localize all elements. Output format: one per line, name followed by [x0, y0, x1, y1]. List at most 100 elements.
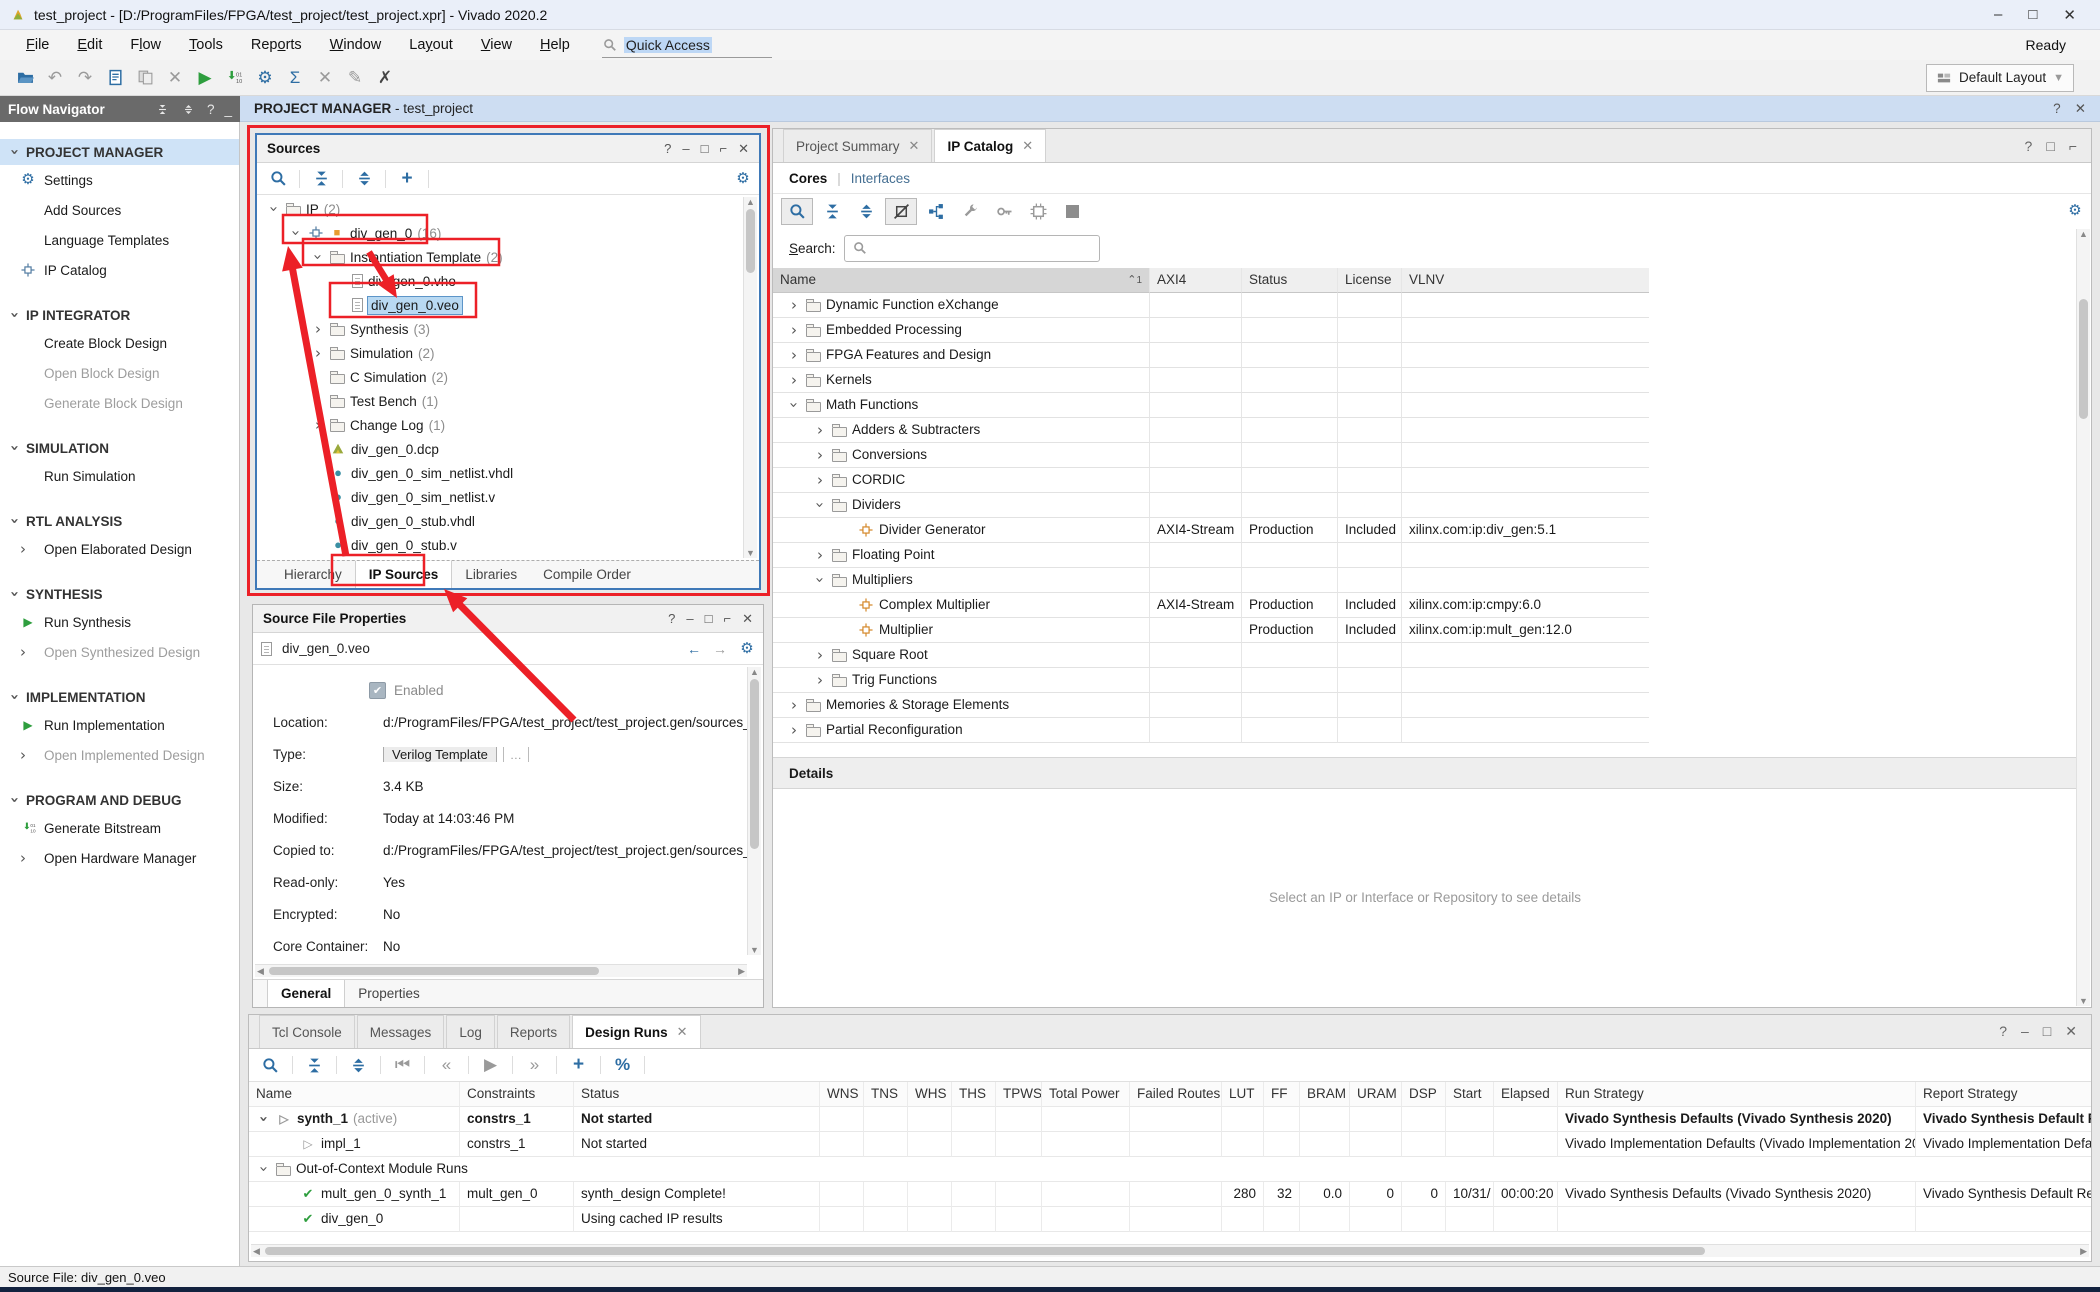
tab-compile-order[interactable]: Compile Order — [530, 561, 644, 588]
expander-icon[interactable]: › — [813, 422, 827, 438]
menu-layout[interactable]: Layout — [395, 37, 467, 53]
close-icon[interactable]: ✕ — [742, 611, 753, 627]
help-icon[interactable]: ? — [664, 141, 671, 157]
wrench-button[interactable] — [955, 197, 985, 225]
expand-all-button[interactable] — [345, 1051, 372, 1079]
minimize-panel-icon[interactable]: _ — [224, 102, 232, 117]
maximize-icon[interactable]: □ — [701, 141, 709, 157]
source-tree-item[interactable]: ›div_gen_0.vho — [257, 269, 759, 293]
column-elapsed[interactable]: Elapsed — [1493, 1082, 1557, 1107]
column-report-strategy[interactable]: Report Strategy — [1915, 1082, 2091, 1107]
collapse-all-button[interactable] — [817, 197, 847, 225]
column-bram[interactable]: BRAM — [1299, 1082, 1349, 1107]
source-tree-item[interactable]: ›Synthesis(3) — [257, 317, 759, 341]
flow-section-rtl-analysis[interactable]: ›RTL ANALYSIS — [0, 508, 239, 534]
menu-file[interactable]: File — [12, 37, 63, 53]
expander-icon[interactable]: › — [311, 393, 325, 409]
step-back-button[interactable]: « — [433, 1051, 460, 1079]
help-icon[interactable]: ? — [668, 611, 675, 627]
key-button[interactable] — [989, 197, 1019, 225]
menu-window[interactable]: Window — [316, 37, 396, 53]
copy-button[interactable] — [130, 64, 160, 92]
close-button[interactable]: ✕ — [2063, 6, 2076, 24]
collapse-all-icon[interactable] — [155, 101, 171, 117]
column-name[interactable]: Name — [249, 1082, 459, 1107]
tab-reports[interactable]: Reports — [497, 1015, 570, 1048]
report-document-button[interactable] — [100, 64, 130, 92]
tab-log[interactable]: Log — [446, 1015, 495, 1048]
minimize-button[interactable]: – — [1994, 6, 2002, 24]
percent-button[interactable]: % — [609, 1051, 636, 1079]
flow-item-generate-block-design[interactable]: Generate Block Design — [0, 388, 239, 418]
enabled-checkbox[interactable]: ✔ — [369, 682, 386, 699]
tab-properties[interactable]: Properties — [345, 980, 433, 1007]
ellipsis-button[interactable]: … — [503, 747, 529, 762]
runs-group-row[interactable]: ›Out-of-Context Module Runs — [249, 1157, 2091, 1182]
maximize-icon[interactable]: □ — [705, 611, 713, 627]
maximize-button[interactable]: □ — [2028, 6, 2037, 24]
tab-interfaces[interactable]: Interfaces — [851, 171, 910, 186]
expander-icon[interactable]: › — [812, 498, 828, 512]
generate-bitstream-button[interactable]: 0110 — [220, 64, 250, 92]
properties-scrollbar[interactable]: ▲ ▼ — [747, 667, 761, 955]
catalog-row[interactable]: ›Math Functions — [773, 393, 2091, 418]
float-icon[interactable]: ⌐ — [724, 611, 732, 627]
close-icon[interactable]: ✕ — [738, 141, 749, 157]
scroll-left-icon[interactable]: ◀ — [257, 965, 264, 977]
close-tab-icon[interactable]: ✕ — [1022, 138, 1033, 154]
expander-icon[interactable]: › — [813, 672, 827, 688]
expander-icon[interactable]: › — [288, 226, 304, 240]
pencil-button[interactable]: ✎ — [340, 64, 370, 92]
gear-icon[interactable]: ⚙ — [739, 641, 755, 657]
run-play-button[interactable]: ▶ — [190, 64, 220, 92]
source-tree-item[interactable]: ›Instantiation Template(2) — [257, 245, 759, 269]
catalog-row[interactable]: ›CORDIC — [773, 468, 2091, 493]
flow-item-language-templates[interactable]: Language Templates — [0, 225, 239, 255]
runs-row[interactable]: ›✔div_gen_0 Using cached IP results — [249, 1207, 2091, 1232]
close-tab-icon[interactable]: ✕ — [909, 138, 920, 154]
column-uram[interactable]: URAM — [1349, 1082, 1401, 1107]
catalog-row[interactable]: ›FPGA Features and Design — [773, 343, 2091, 368]
expander-icon[interactable]: › — [813, 472, 827, 488]
catalog-row[interactable]: ›Partial Reconfiguration — [773, 718, 2091, 743]
expander-icon[interactable]: › — [813, 447, 827, 463]
source-tree-item[interactable]: ›IP(2) — [257, 197, 759, 221]
folder-open-button[interactable] — [10, 64, 40, 92]
scroll-down-icon[interactable]: ▼ — [744, 548, 757, 558]
expand-all-button[interactable] — [851, 197, 881, 225]
tab-ip-catalog[interactable]: IP Catalog✕ — [934, 129, 1046, 162]
source-tree-item[interactable]: ›●div_gen_0_stub.v — [257, 533, 759, 557]
column-whs[interactable]: WHS — [907, 1082, 951, 1107]
tab-messages[interactable]: Messages — [357, 1015, 445, 1048]
column-tpws[interactable]: TPWS — [995, 1082, 1041, 1107]
minimize-icon[interactable]: – — [682, 141, 689, 157]
scroll-down-icon[interactable]: ▼ — [2077, 996, 2090, 1006]
column-wns[interactable]: WNS — [819, 1082, 863, 1107]
sources-scrollbar[interactable]: ▲ ▼ — [743, 197, 757, 558]
chip-button[interactable] — [1023, 197, 1053, 225]
undo-button[interactable]: ↶ — [40, 64, 70, 92]
column-ths[interactable]: THS — [951, 1082, 995, 1107]
flow-section-project-manager[interactable]: ›PROJECT MANAGER — [0, 139, 239, 165]
column-lut[interactable]: LUT — [1221, 1082, 1263, 1107]
help-icon[interactable]: ? — [2053, 101, 2061, 117]
runs-hscrollbar[interactable]: ◀ ▶ — [251, 1244, 2089, 1257]
catalog-row[interactable]: ›Conversions — [773, 443, 2091, 468]
column-constraints[interactable]: Constraints — [459, 1082, 573, 1107]
expander-icon[interactable]: › — [787, 297, 801, 313]
search-button[interactable] — [257, 1051, 284, 1079]
flow-item-ip-catalog[interactable]: IP Catalog — [0, 255, 239, 285]
column-license[interactable]: License — [1337, 268, 1401, 293]
column-ff[interactable]: FF — [1263, 1082, 1299, 1107]
menu-reports[interactable]: Reports — [237, 37, 316, 53]
source-tree-item[interactable]: ›●div_gen_0_sim_netlist.v — [257, 485, 759, 509]
runs-row[interactable]: ›▷synth_1(active) constrs_1 Not started … — [249, 1107, 2091, 1132]
sigma-button[interactable]: Σ — [280, 64, 310, 92]
type-value-button[interactable]: Verilog Template — [383, 747, 497, 762]
expander-icon[interactable]: › — [311, 321, 325, 337]
quick-access-search[interactable]: Quick Access — [602, 33, 772, 58]
tab-general[interactable]: General — [267, 980, 345, 1007]
expander-icon[interactable]: › — [311, 345, 325, 361]
scroll-up-icon[interactable]: ▲ — [744, 197, 757, 207]
add-button[interactable]: + — [394, 165, 420, 193]
